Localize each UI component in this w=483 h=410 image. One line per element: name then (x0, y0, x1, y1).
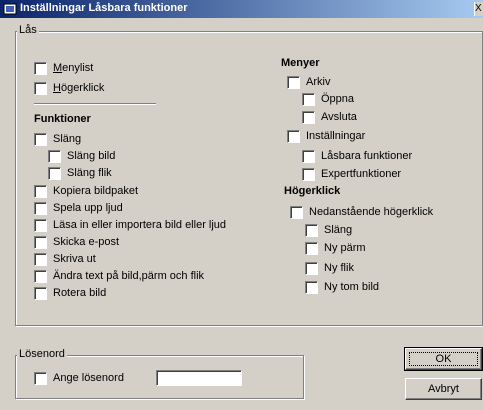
hogerklick-header: Högerklick (284, 185, 341, 197)
checkbox-box[interactable] (305, 223, 318, 237)
checkbox-box[interactable] (34, 81, 47, 95)
slang-bild-label: Släng bild (67, 150, 116, 162)
checkbox-box[interactable] (34, 201, 47, 215)
ny-flik-checkbox[interactable]: Ny flik (305, 261, 354, 275)
checkbox-box[interactable] (34, 269, 47, 283)
rotera-label: Rotera bild (53, 287, 107, 299)
hogerklick-label: Högerklick (53, 82, 105, 94)
losenord-group-title: Lösenord (17, 348, 67, 360)
checkbox-box[interactable] (34, 286, 47, 300)
andra-label: Ändra text på bild,pärm och flik (53, 270, 205, 282)
menyer-header: Menyer (281, 57, 320, 69)
ange-losenord-checkbox[interactable]: Ange lösenord (34, 371, 124, 385)
hk-slang-checkbox[interactable]: Släng (305, 223, 352, 237)
spela-label: Spela upp ljud (53, 202, 123, 214)
arkiv-checkbox[interactable]: Arkiv (287, 75, 330, 89)
avsluta-label: Avsluta (321, 111, 357, 123)
checkbox-box[interactable] (290, 205, 303, 219)
oppna-label: Öppna (321, 93, 355, 105)
expert-checkbox[interactable]: Expertfunktioner (302, 167, 401, 181)
slang-label: Släng (53, 133, 82, 145)
andra-checkbox[interactable]: Ändra text på bild,pärm och flik (34, 269, 204, 283)
nedanstaende-checkbox[interactable]: Nedanstående högerklick (290, 205, 433, 219)
ny-tom-bild-checkbox[interactable]: Ny tom bild (305, 280, 379, 294)
hk-slang-label: Släng (324, 224, 353, 236)
skriva-label: Skriva ut (53, 253, 96, 265)
checkbox-box[interactable] (48, 166, 61, 180)
installningar-label: Inställningar (306, 130, 366, 142)
focus-rect (409, 352, 478, 366)
ny-parm-checkbox[interactable]: Ny pärm (305, 241, 366, 255)
checkbox-box[interactable] (302, 110, 315, 124)
installningar-checkbox[interactable]: Inställningar (287, 129, 365, 143)
kopiera-checkbox[interactable]: Kopiera bildpaket (34, 184, 138, 198)
spela-checkbox[interactable]: Spela upp ljud (34, 201, 123, 215)
window-title: Inställningar Låsbara funktioner (20, 2, 188, 14)
checkbox-box[interactable] (305, 261, 318, 275)
lasbara-label: Låsbara funktioner (321, 150, 413, 162)
checkbox-box[interactable] (302, 149, 315, 163)
skriva-checkbox[interactable]: Skriva ut (34, 252, 96, 266)
ny-tom-bild-label: Ny tom bild (324, 281, 380, 293)
skicka-label: Skicka e-post (53, 236, 120, 248)
slang-flik-label: Släng flik (67, 167, 112, 179)
close-button[interactable]: X (474, 2, 483, 16)
checkbox-box[interactable] (305, 280, 318, 294)
checkbox-box[interactable] (287, 75, 300, 89)
checkbox-box[interactable] (34, 61, 47, 75)
checkbox-box[interactable] (34, 252, 47, 266)
funktioner-header: Funktioner (34, 113, 91, 125)
checkbox-box[interactable] (48, 149, 61, 163)
nedanstaende-label: Nedanstående högerklick (309, 206, 434, 218)
checkbox-box[interactable] (34, 235, 47, 249)
avsluta-checkbox[interactable]: Avsluta (302, 110, 357, 124)
ny-flik-label: Ny flik (324, 262, 354, 274)
avbryt-label: Avbryt (428, 383, 459, 395)
close-icon: X (475, 3, 482, 14)
arkiv-label: Arkiv (306, 76, 331, 88)
checkbox-box[interactable] (34, 371, 47, 385)
checkbox-box[interactable] (34, 218, 47, 232)
checkbox-box[interactable] (302, 167, 315, 181)
ok-button[interactable]: OK (404, 347, 483, 371)
avbryt-button[interactable]: Avbryt (405, 378, 482, 400)
skicka-checkbox[interactable]: Skicka e-post (34, 235, 119, 249)
kopiera-label: Kopiera bildpaket (53, 185, 139, 197)
ange-losenord-label: Ange lösenord (53, 372, 124, 384)
app-icon (3, 3, 17, 15)
title-bar[interactable]: Inställningar Låsbara funktioner X (0, 0, 483, 18)
checkbox-box[interactable] (287, 129, 300, 143)
checkbox-box[interactable] (34, 184, 47, 198)
ny-parm-label: Ny pärm (324, 242, 366, 254)
menylist-checkbox[interactable]: Menylist (34, 61, 93, 75)
menylist-label: Menylist (53, 62, 94, 74)
lasa-label: Läsa in eller importera bild eller ljud (53, 219, 227, 231)
checkbox-box[interactable] (302, 92, 315, 106)
slang-bild-checkbox[interactable]: Släng bild (48, 149, 115, 163)
expert-label: Expertfunktioner (321, 168, 402, 180)
checkbox-box[interactable] (305, 241, 318, 255)
lasa-checkbox[interactable]: Läsa in eller importera bild eller ljud (34, 218, 226, 232)
oppna-checkbox[interactable]: Öppna (302, 92, 354, 106)
checkbox-box[interactable] (34, 132, 47, 146)
rotera-checkbox[interactable]: Rotera bild (34, 286, 106, 300)
slang-flik-checkbox[interactable]: Släng flik (48, 166, 112, 180)
slang-checkbox[interactable]: Släng (34, 132, 81, 146)
password-input[interactable] (156, 370, 242, 386)
lasbara-checkbox[interactable]: Låsbara funktioner (302, 149, 412, 163)
separator (34, 103, 156, 105)
hogerklick-checkbox[interactable]: Högerklick (34, 81, 104, 95)
las-group-title: Lås (17, 24, 39, 36)
